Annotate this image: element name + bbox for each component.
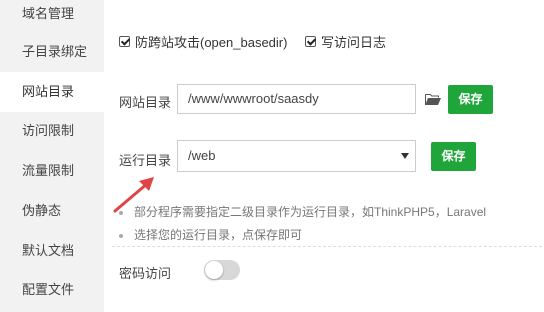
sidebar-item-domain-management[interactable]: 域名管理 bbox=[0, 0, 104, 34]
hint-bullet bbox=[119, 234, 123, 238]
hint-select-and-save: 选择您的运行目录，点保存即可 bbox=[134, 228, 303, 242]
sidebar-item-access-restriction[interactable]: 访问限制 bbox=[0, 111, 104, 151]
sidebar-item-traffic-limit[interactable]: 流量限制 bbox=[0, 151, 104, 191]
password-access-toggle[interactable] bbox=[204, 260, 240, 280]
run-dir-select[interactable]: /web bbox=[177, 140, 416, 172]
sidebar-item-rewrite[interactable]: 伪静态 bbox=[0, 191, 104, 231]
anti-xss-option[interactable]: 防跨站攻击(open_basedir) bbox=[119, 33, 288, 50]
site-dir-save-button[interactable]: 保存 bbox=[448, 85, 493, 114]
site-dir-label: 网站目录 bbox=[119, 95, 172, 110]
folder-icon[interactable] bbox=[425, 93, 441, 106]
access-log-option[interactable]: 写访问日志 bbox=[305, 33, 387, 50]
divider bbox=[112, 246, 542, 247]
password-access-label: 密码访问 bbox=[119, 266, 172, 281]
site-dir-input[interactable]: /www/wwwroot/saasdy bbox=[177, 84, 416, 114]
toggle-knob bbox=[205, 261, 223, 279]
sidebar-item-subdirectory-binding[interactable]: 子目录绑定 bbox=[0, 32, 104, 72]
sidebar-item-default-document[interactable]: 默认文档 bbox=[0, 231, 104, 271]
access-log-label: 写访问日志 bbox=[321, 34, 387, 50]
sidebar-item-config-file[interactable]: 配置文件 bbox=[0, 270, 104, 310]
anti-xss-checkbox[interactable] bbox=[119, 35, 130, 47]
run-dir-selected-value: /web bbox=[188, 148, 216, 163]
run-dir-save-button[interactable]: 保存 bbox=[431, 142, 476, 171]
sidebar-item-site-directory[interactable]: 网站目录 bbox=[0, 72, 104, 112]
chevron-down-icon bbox=[401, 153, 409, 159]
anti-xss-label: 防跨站攻击(open_basedir) bbox=[135, 34, 288, 50]
hint-run-dir-usage: 部分程序需要指定二级目录作为运行目录，如ThinkPHP5，Laravel bbox=[134, 205, 487, 219]
sidebar: 域名管理 子目录绑定 网站目录 访问限制 流量限制 伪静态 默认文档 配置文件 bbox=[0, 0, 104, 312]
run-dir-label: 运行目录 bbox=[119, 153, 172, 168]
hint-bullet bbox=[119, 211, 123, 215]
access-log-checkbox[interactable] bbox=[305, 35, 316, 47]
